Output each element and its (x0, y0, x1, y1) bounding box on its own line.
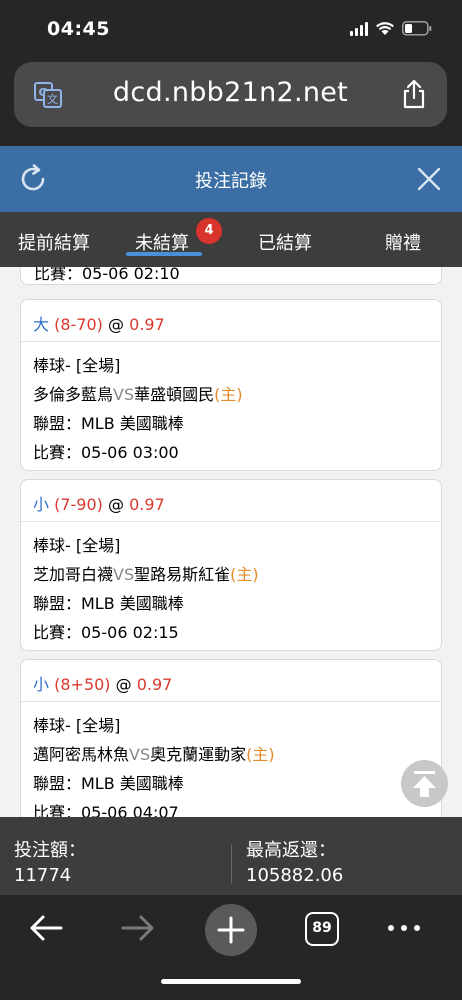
bet-line: (7-90) (54, 495, 103, 514)
status-time: 04:45 (47, 18, 110, 40)
tab-early-settle[interactable]: 提前結算 (18, 229, 90, 255)
home-tag: (主) (246, 745, 275, 764)
bet-card: 小 (8+50) @ 0.97 棒球- [全場] 邁阿密馬林魚VS奧克蘭運動家(… (20, 659, 442, 817)
tab-gifts[interactable]: 贈禮 (385, 229, 421, 255)
bet-type: 大 (33, 315, 50, 334)
home-tag: (主) (230, 565, 259, 584)
home-team: 奧克蘭運動家 (150, 745, 247, 764)
bet-card-header: 小 (8+50) @ 0.97 (21, 660, 441, 702)
vs-label: VS (129, 745, 151, 764)
matchup: 邁阿密馬林魚VS奧克蘭運動家(主) (33, 741, 275, 765)
home-team: 華盛頓國民 (134, 385, 215, 404)
home-team: 聖路易斯紅雀 (134, 565, 231, 584)
home-tag: (主) (214, 385, 243, 404)
back-arrow-icon[interactable] (28, 913, 64, 943)
league-label: 聯盟：MLB 美國職棒 (33, 594, 184, 613)
home-indicator (161, 979, 301, 984)
plus-icon (217, 916, 245, 944)
bet-line: (8+50) (54, 675, 111, 694)
address-bar[interactable]: G 文 dcd.nbb21n2.net (14, 62, 447, 127)
bet-list[interactable]: 比賽：05-06 02:10 大 (8-70) @ 0.97 棒球- [全場] … (0, 267, 462, 817)
arrow-up-icon (413, 771, 436, 797)
bet-card-header: 小 (7-90) @ 0.97 (21, 480, 441, 522)
vs-label: VS (113, 565, 135, 584)
page-title: 投注記錄 (195, 171, 267, 192)
sport-label: 棒球- [全場] (33, 536, 121, 555)
away-team: 芝加哥白襪 (33, 565, 114, 584)
unsettled-count-badge: 4 (196, 218, 222, 244)
match-time: 比賽：05-06 02:15 (33, 623, 179, 642)
max-return-label: 最高返還： (246, 840, 336, 861)
more-icon[interactable] (388, 925, 420, 931)
at-sign: @ (108, 315, 124, 334)
bet-odds: 0.97 (136, 675, 173, 694)
new-tab-button[interactable] (205, 904, 257, 956)
bet-type: 小 (33, 675, 50, 694)
bet-card-partial: 比賽：05-06 02:10 (20, 267, 442, 285)
sport-label: 棒球- [全場] (33, 356, 121, 375)
tab-bar: 提前結算 未結算 已結算 贈禮 (0, 212, 462, 267)
max-return-value: 105882.06 (246, 865, 344, 886)
at-sign: @ (115, 675, 132, 694)
forward-arrow-icon[interactable] (120, 913, 156, 943)
close-icon[interactable] (416, 166, 442, 192)
sport-label: 棒球- [全場] (33, 716, 121, 735)
matchup: 多倫多藍鳥VS華盛頓國民(主) (33, 381, 243, 405)
url-text[interactable]: dcd.nbb21n2.net (14, 77, 447, 108)
active-tab-indicator (126, 252, 202, 256)
status-bar: 04:45 (0, 0, 462, 60)
away-team: 邁阿密馬林魚 (33, 745, 130, 764)
status-icons (350, 21, 432, 36)
share-icon[interactable] (401, 79, 427, 109)
tab-settled[interactable]: 已結算 (258, 229, 312, 255)
match-time: 比賽：05-06 02:10 (34, 267, 180, 283)
bet-summary: 投注額： 11774 最高返還： 105882.06 (0, 817, 462, 895)
stake-label: 投注額： (14, 840, 86, 861)
away-team: 多倫多藍鳥 (33, 385, 114, 404)
browser-toolbar: 89 (0, 895, 462, 1000)
matchup: 芝加哥白襪VS聖路易斯紅雀(主) (33, 561, 259, 585)
vs-label: VS (113, 385, 135, 404)
wifi-icon (376, 22, 394, 35)
bet-line: (8-70) (54, 315, 103, 334)
app-header: 投注記錄 (0, 146, 462, 212)
match-time: 比賽：05-06 03:00 (33, 443, 179, 462)
bet-card: 小 (7-90) @ 0.97 棒球- [全場] 芝加哥白襪VS聖路易斯紅雀(主… (20, 479, 442, 651)
scroll-to-top-button[interactable] (401, 760, 448, 807)
league-label: 聯盟：MLB 美國職棒 (33, 774, 184, 793)
cellular-signal-icon (350, 21, 368, 36)
bet-odds: 0.97 (129, 495, 165, 514)
stake-value: 11774 (14, 865, 72, 886)
match-time: 比賽：05-06 04:07 (33, 803, 179, 817)
bet-card: 大 (8-70) @ 0.97 棒球- [全場] 多倫多藍鳥VS華盛頓國民(主)… (20, 299, 442, 471)
summary-divider (231, 844, 232, 884)
bet-type: 小 (33, 495, 50, 514)
battery-icon (402, 21, 432, 36)
bet-card-header: 大 (8-70) @ 0.97 (21, 300, 441, 342)
league-label: 聯盟：MLB 美國職棒 (33, 414, 184, 433)
bet-odds: 0.97 (129, 315, 165, 334)
at-sign: @ (108, 495, 124, 514)
tab-switcher-button[interactable]: 89 (305, 912, 339, 946)
